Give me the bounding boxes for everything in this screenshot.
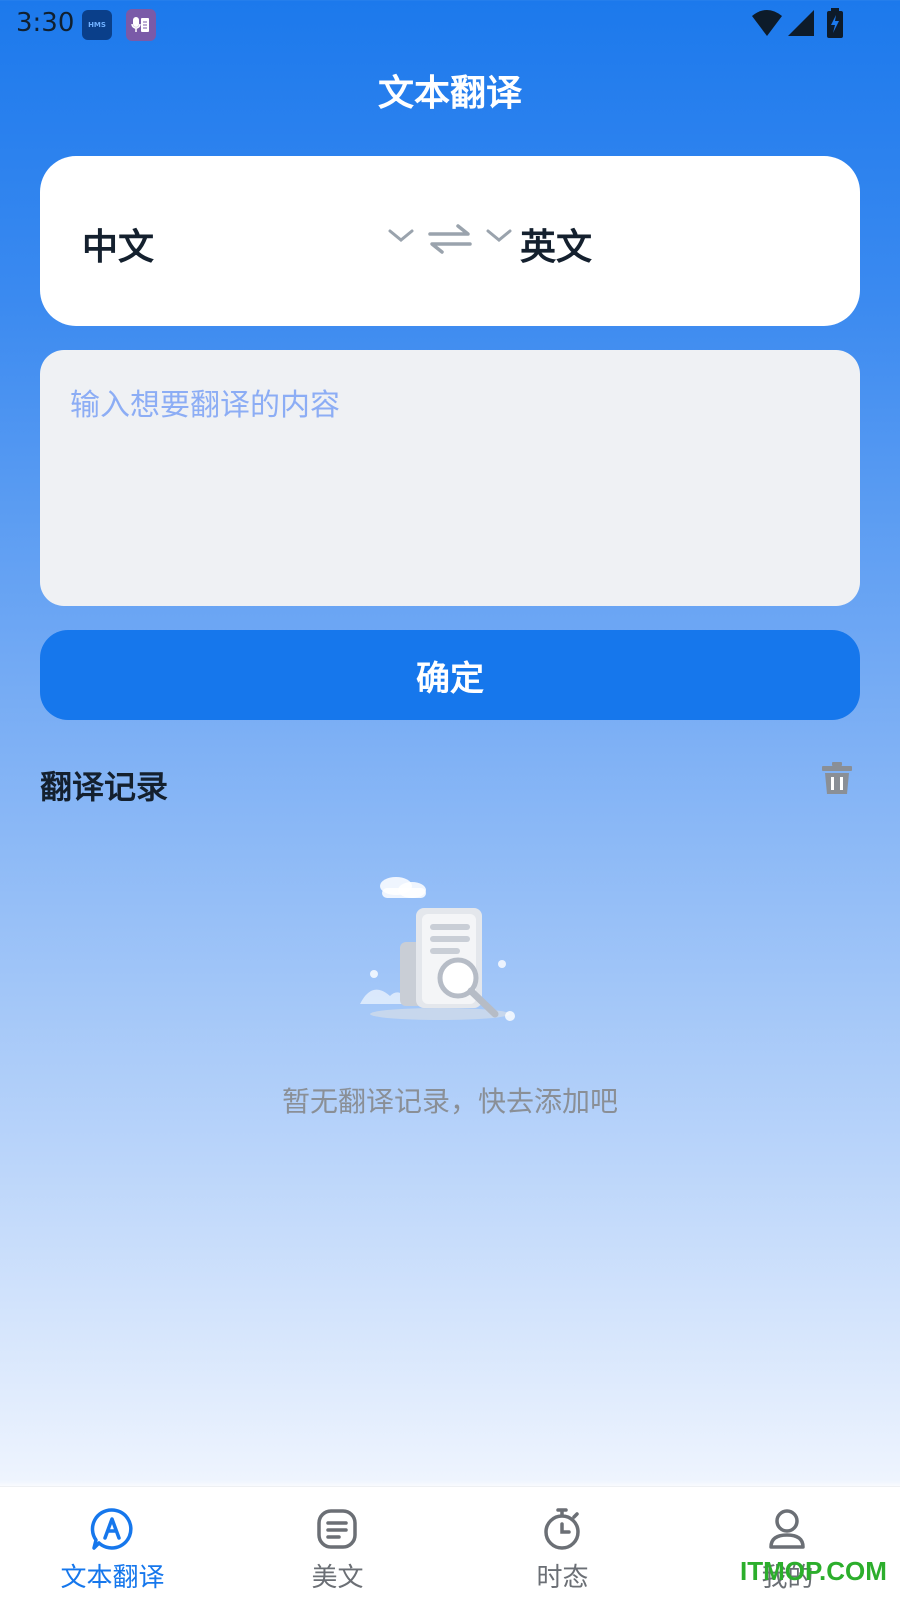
chevron-down-icon[interactable] bbox=[486, 228, 512, 248]
empty-history-message: 暂无翻译记录，快去添加吧 bbox=[281, 1085, 618, 1118]
watermark: ITMOP.COM bbox=[740, 1556, 887, 1586]
signal-icon bbox=[788, 10, 814, 40]
confirm-button[interactable]: 确定 bbox=[40, 630, 860, 720]
hms-icon: HMS bbox=[82, 10, 112, 40]
history-title: 翻译记录 bbox=[40, 768, 169, 806]
translation-input[interactable] bbox=[70, 380, 830, 580]
language-selector-card: 中文 英文 bbox=[40, 156, 860, 326]
page-title: 文本翻译 bbox=[377, 73, 522, 114]
translation-input-box bbox=[40, 350, 860, 606]
battery-charging-icon bbox=[826, 8, 844, 42]
translate-icon bbox=[90, 1507, 134, 1555]
chevron-down-icon[interactable] bbox=[388, 228, 414, 248]
nav-label: 时态 bbox=[536, 1563, 589, 1593]
profile-icon bbox=[765, 1507, 809, 1555]
trash-icon[interactable] bbox=[822, 762, 852, 798]
target-language-selector[interactable]: 英文 bbox=[520, 218, 592, 270]
empty-state-illustration bbox=[360, 876, 530, 1040]
source-language-selector[interactable]: 中文 bbox=[82, 218, 154, 270]
nav-item-tense[interactable]: 时态 bbox=[450, 1487, 675, 1601]
nav-item-article[interactable]: 美文 bbox=[225, 1487, 450, 1601]
voice-note-icon bbox=[126, 9, 156, 41]
article-icon bbox=[315, 1507, 359, 1555]
swap-languages-icon[interactable] bbox=[428, 224, 472, 258]
nav-item-translate[interactable]: 文本翻译 bbox=[0, 1487, 225, 1601]
status-time: 3:30 bbox=[16, 8, 75, 38]
status-bar: 3:30 HMS bbox=[0, 0, 900, 48]
stopwatch-icon bbox=[540, 1507, 584, 1555]
wifi-icon bbox=[752, 10, 782, 40]
nav-label: 文本翻译 bbox=[60, 1563, 165, 1593]
nav-label: 美文 bbox=[311, 1563, 364, 1593]
